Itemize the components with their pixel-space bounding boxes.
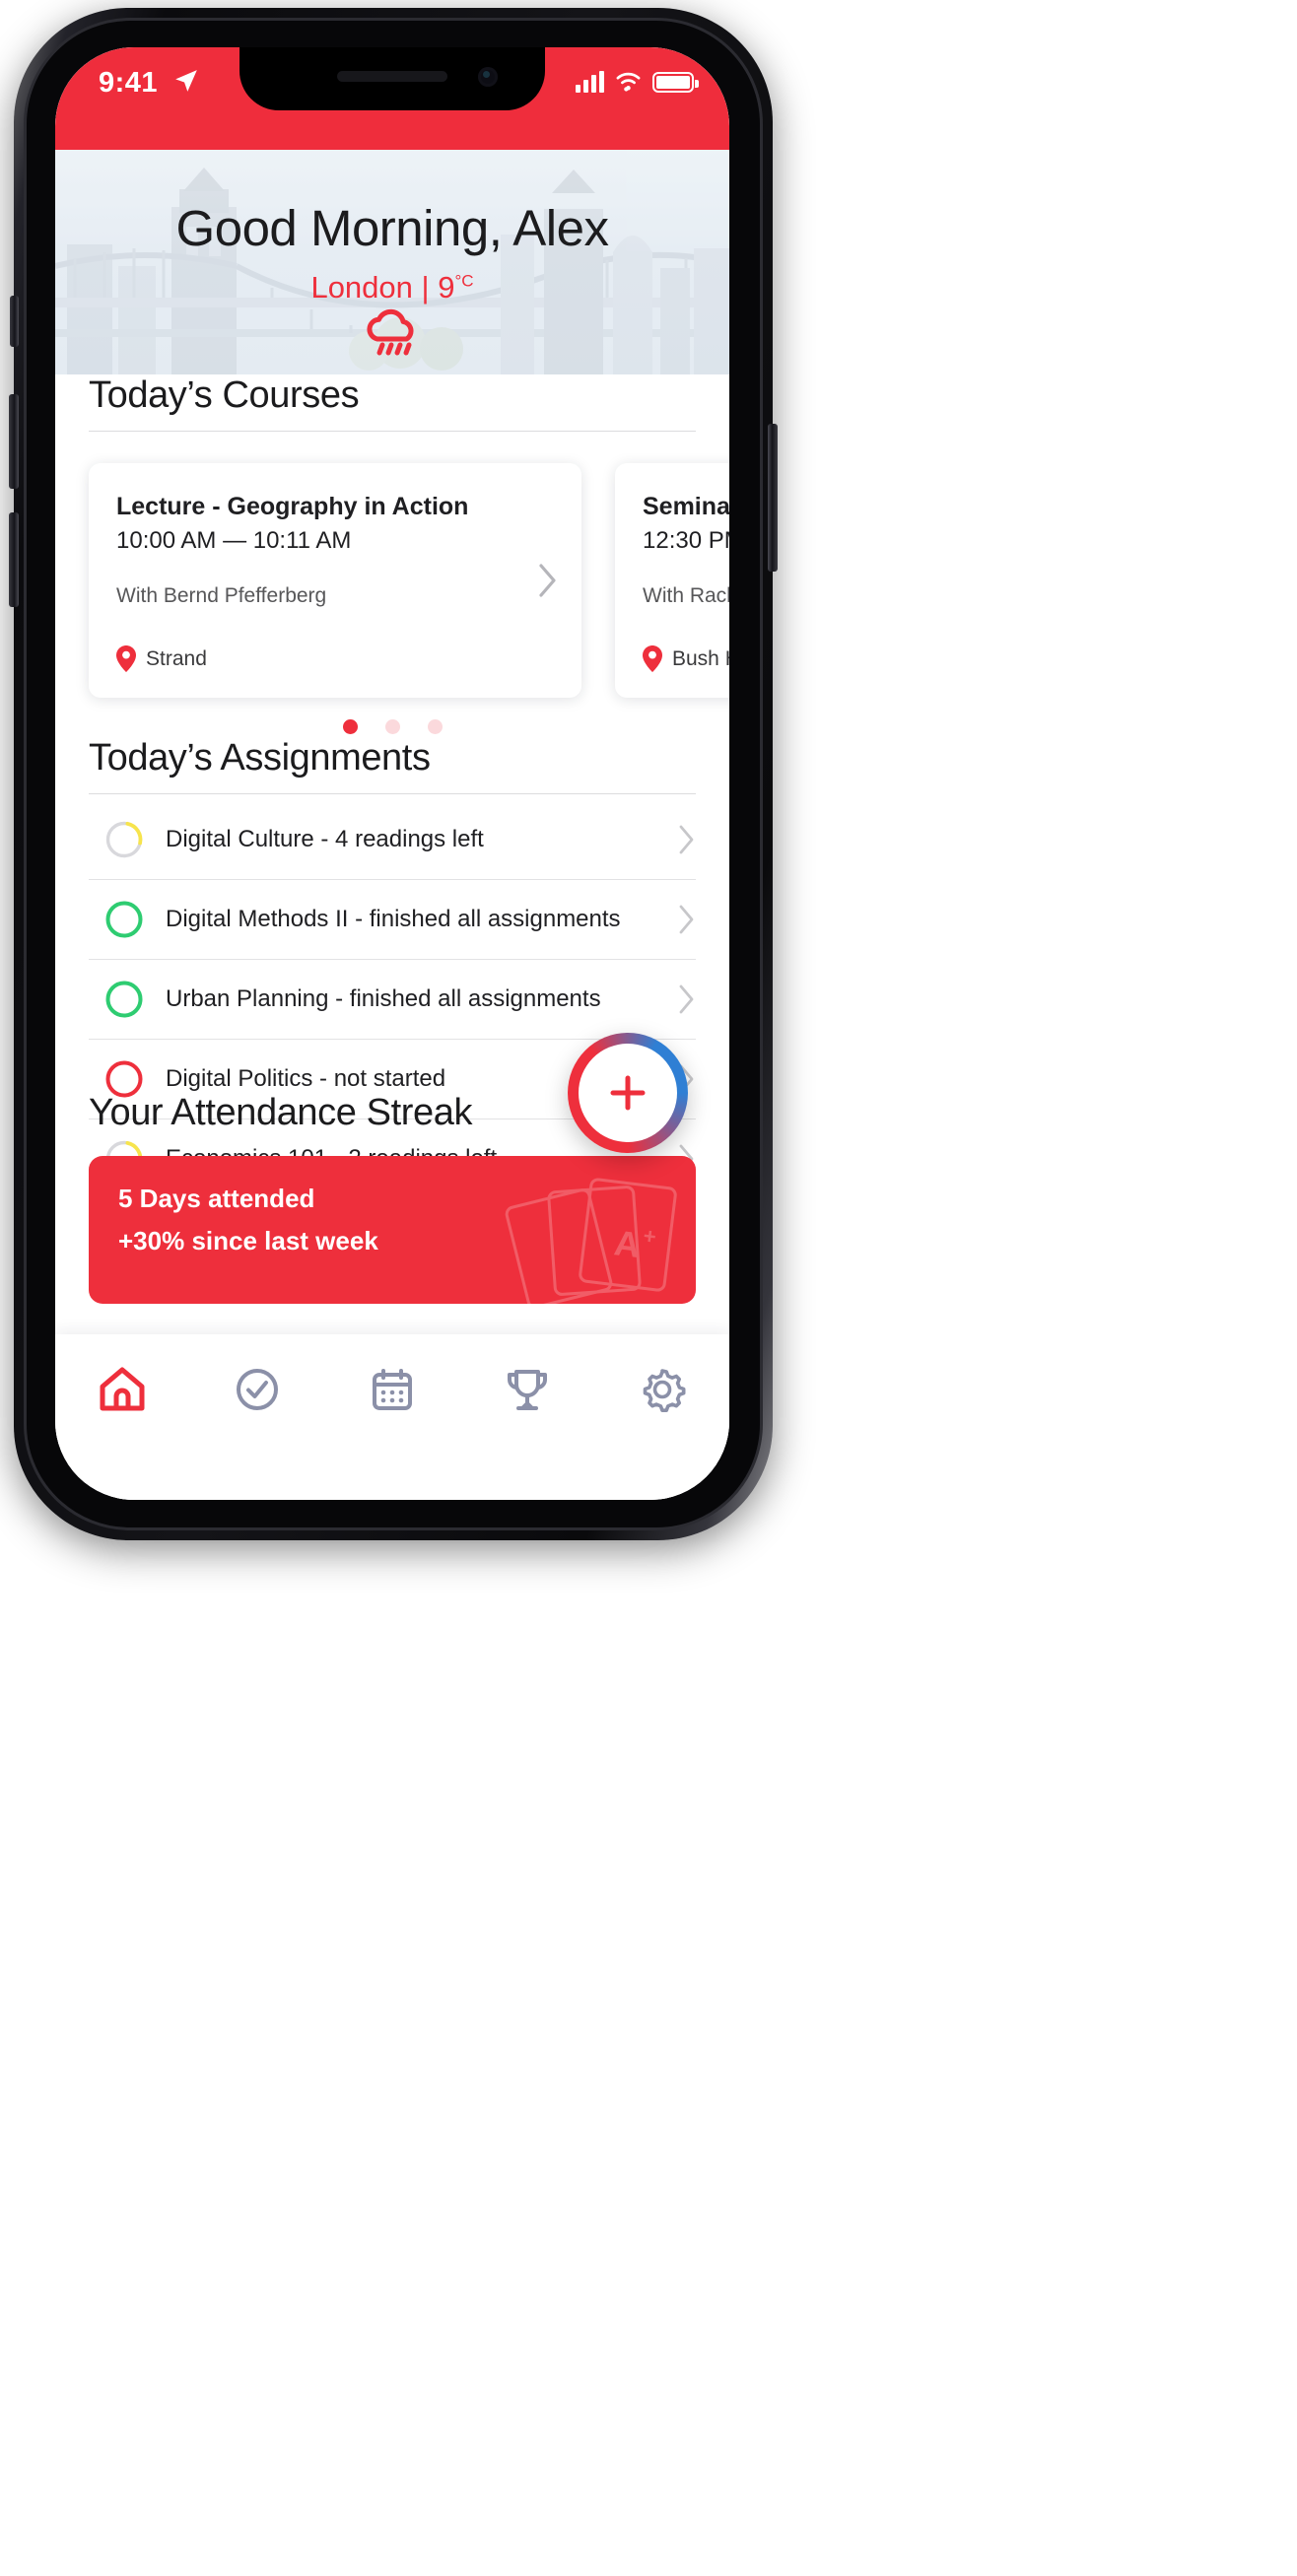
streak-card[interactable]: A + 5 Days attended +30% since last week bbox=[89, 1156, 696, 1304]
map-pin-icon bbox=[643, 645, 662, 672]
progress-ring-icon bbox=[105, 901, 143, 938]
courses-heading-block: Today’s Courses bbox=[55, 374, 729, 432]
course-location-label: Bush House bbox=[672, 646, 729, 670]
phone-screen: 9:41 Good Morning, Alex London | 9°C Tod… bbox=[55, 47, 729, 1500]
carousel-pagination[interactable] bbox=[55, 719, 729, 734]
course-instructor: With Bernd Pfefferberg bbox=[116, 584, 327, 607]
volume-down-button[interactable] bbox=[9, 512, 19, 607]
chevron-right-icon[interactable] bbox=[678, 825, 696, 854]
course-time: 12:30 PM — 13:30 PM bbox=[643, 527, 729, 554]
volume-up-button[interactable] bbox=[9, 394, 19, 489]
cellular-signal-icon bbox=[576, 71, 604, 93]
assignment-row[interactable]: Digital Culture - 4 readings left bbox=[89, 800, 696, 880]
mute-switch[interactable] bbox=[10, 296, 19, 347]
assignments-heading-block: Today’s Assignments bbox=[55, 737, 729, 794]
chevron-right-icon[interactable] bbox=[538, 564, 558, 597]
front-camera bbox=[478, 67, 498, 87]
plus-icon bbox=[610, 1075, 646, 1111]
trophy-icon bbox=[507, 1370, 547, 1410]
courses-section: Today’s Courses Lecture - Geography in A… bbox=[55, 374, 729, 734]
gear-icon bbox=[643, 1369, 686, 1412]
chevron-right-icon[interactable] bbox=[678, 905, 696, 934]
pagination-dot[interactable] bbox=[342, 719, 358, 734]
tab-achievements[interactable] bbox=[493, 1360, 562, 1419]
weather-line: London | 9°C bbox=[55, 270, 729, 305]
assignments-heading: Today’s Assignments bbox=[89, 737, 431, 779]
grade-cards-a-plus-icon: A + bbox=[505, 1178, 677, 1304]
courses-heading: Today’s Courses bbox=[89, 374, 360, 416]
calendar-icon bbox=[372, 1369, 412, 1410]
home-icon bbox=[100, 1367, 145, 1411]
map-pin-icon bbox=[116, 645, 136, 672]
course-title: Seminar - Urban Data bbox=[643, 493, 729, 520]
check-circle-icon bbox=[237, 1369, 279, 1410]
svg-text:+: + bbox=[642, 1223, 657, 1249]
tab-calendar[interactable] bbox=[358, 1360, 427, 1419]
greeting-title: Good Morning, Alex bbox=[175, 200, 609, 256]
pagination-dot[interactable] bbox=[384, 719, 400, 734]
location-arrow-icon bbox=[175, 70, 197, 92]
notch bbox=[239, 47, 545, 110]
status-bar-indicators bbox=[576, 71, 699, 93]
courses-heading-rule bbox=[89, 431, 696, 432]
power-button[interactable] bbox=[768, 424, 778, 572]
tab-tasks[interactable] bbox=[223, 1360, 292, 1419]
rain-cloud-icon bbox=[367, 308, 414, 356]
tab-home[interactable] bbox=[88, 1360, 157, 1419]
earpiece-speaker bbox=[337, 71, 447, 82]
course-location: Bush House bbox=[643, 645, 729, 672]
add-button[interactable] bbox=[568, 1033, 688, 1153]
course-card[interactable]: Seminar - Urban Data 12:30 PM — 13:30 PM… bbox=[615, 463, 729, 698]
courses-carousel[interactable]: Lecture - Geography in Action 10:00 AM —… bbox=[55, 453, 729, 715]
assignment-label: Digital Culture - 4 readings left bbox=[166, 826, 484, 852]
status-bar-time: 9:41 bbox=[99, 67, 159, 99]
hero-header: Good Morning, Alex London | 9°C bbox=[55, 150, 729, 374]
bottom-tab-bar bbox=[55, 1334, 729, 1500]
weather-separator: | bbox=[421, 270, 430, 305]
assignment-row[interactable]: Digital Methods II - finished all assign… bbox=[89, 880, 696, 960]
app-viewport: 9:41 Good Morning, Alex London | 9°C Tod… bbox=[55, 47, 729, 1500]
course-time: 10:00 AM — 10:11 AM bbox=[116, 527, 352, 554]
assignment-label: Urban Planning - finished all assignment… bbox=[166, 985, 601, 1012]
course-location-label: Strand bbox=[146, 646, 207, 670]
course-location: Strand bbox=[116, 645, 554, 672]
assignment-row[interactable]: Urban Planning - finished all assignment… bbox=[89, 960, 696, 1040]
chevron-right-icon[interactable] bbox=[678, 984, 696, 1014]
progress-ring-icon bbox=[105, 821, 143, 858]
svg-text:A: A bbox=[612, 1222, 643, 1265]
course-instructor: With Rachel Ford bbox=[643, 584, 729, 607]
weather-temperature: 9°C bbox=[438, 270, 474, 305]
course-card[interactable]: Lecture - Geography in Action 10:00 AM —… bbox=[89, 463, 581, 698]
assignment-label: Digital Methods II - finished all assign… bbox=[166, 906, 621, 932]
battery-full-icon bbox=[652, 72, 699, 93]
pagination-dot[interactable] bbox=[427, 719, 443, 734]
weather-city: London bbox=[310, 270, 413, 305]
add-button-inner[interactable] bbox=[579, 1044, 677, 1142]
screenshot-stage: 9:41 Good Morning, Alex London | 9°C Tod… bbox=[0, 0, 1297, 2576]
wifi-icon bbox=[616, 72, 641, 92]
course-title: Lecture - Geography in Action bbox=[116, 493, 469, 520]
assignments-heading-rule bbox=[89, 793, 696, 794]
tab-settings[interactable] bbox=[628, 1360, 697, 1419]
progress-ring-icon bbox=[105, 981, 143, 1018]
